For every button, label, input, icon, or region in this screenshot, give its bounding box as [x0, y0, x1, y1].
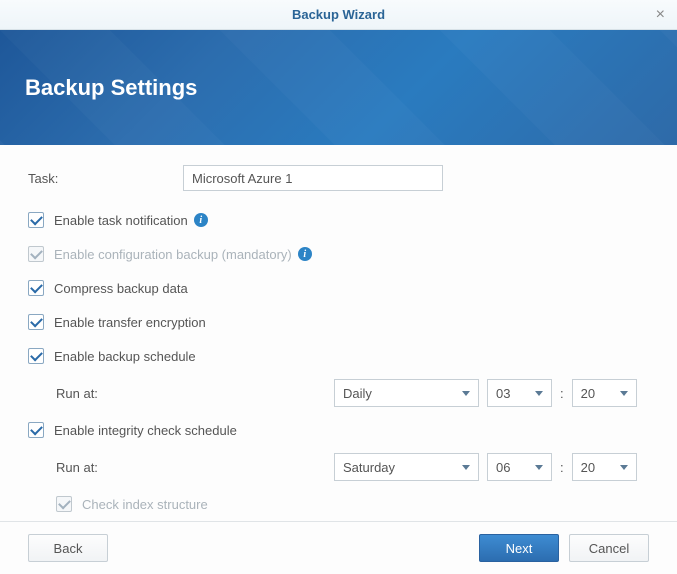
transfer-encryption-checkbox[interactable] [28, 314, 44, 330]
backup-hour-select[interactable]: 03 [487, 379, 552, 407]
runat-label: Run at: [56, 460, 334, 475]
integrity-frequency-value: Saturday [343, 460, 395, 475]
chevron-down-icon [535, 391, 543, 396]
integrity-check-row: Enable integrity check schedule [28, 419, 649, 441]
info-icon[interactable]: i [298, 247, 312, 261]
backup-schedule-row: Enable backup schedule [28, 345, 649, 367]
check-index-checkbox [56, 496, 72, 512]
backup-minute-select[interactable]: 20 [572, 379, 637, 407]
task-row: Task: [28, 165, 649, 191]
enable-config-backup-checkbox [28, 246, 44, 262]
compress-label: Compress backup data [54, 281, 188, 296]
backup-frequency-select[interactable]: Daily [334, 379, 479, 407]
header-banner: Backup Settings [0, 30, 677, 145]
backup-schedule-label: Enable backup schedule [54, 349, 196, 364]
next-button[interactable]: Next [479, 534, 559, 562]
integrity-check-checkbox[interactable] [28, 422, 44, 438]
task-input[interactable] [183, 165, 443, 191]
cancel-button[interactable]: Cancel [569, 534, 649, 562]
back-button[interactable]: Back [28, 534, 108, 562]
footer: Back Next Cancel [0, 521, 677, 574]
form-content: Task: Enable task notification i Enable … [0, 145, 677, 571]
chevron-down-icon [462, 391, 470, 396]
runat-label: Run at: [56, 386, 334, 401]
close-icon[interactable]: × [656, 6, 665, 24]
transfer-encryption-label: Enable transfer encryption [54, 315, 206, 330]
backup-schedule-runat-row: Run at: Daily 03 : 20 [28, 379, 649, 407]
titlebar: Backup Wizard × [0, 0, 677, 30]
time-separator: : [560, 460, 564, 475]
compress-checkbox[interactable] [28, 280, 44, 296]
compress-row: Compress backup data [28, 277, 649, 299]
window-title: Backup Wizard [292, 7, 385, 22]
task-label: Task: [28, 171, 183, 186]
footer-right: Next Cancel [479, 534, 649, 562]
enable-notification-row: Enable task notification i [28, 209, 649, 231]
enable-notification-label: Enable task notification [54, 213, 188, 228]
time-separator: : [560, 386, 564, 401]
info-icon[interactable]: i [194, 213, 208, 227]
integrity-minute-select[interactable]: 20 [572, 453, 637, 481]
integrity-hour-select[interactable]: 06 [487, 453, 552, 481]
enable-config-backup-label: Enable configuration backup (mandatory) [54, 247, 292, 262]
integrity-minute-value: 20 [581, 460, 595, 475]
integrity-runat-row: Run at: Saturday 06 : 20 [28, 453, 649, 481]
chevron-down-icon [535, 465, 543, 470]
integrity-hour-value: 06 [496, 460, 510, 475]
enable-notification-checkbox[interactable] [28, 212, 44, 228]
integrity-frequency-select[interactable]: Saturday [334, 453, 479, 481]
integrity-check-label: Enable integrity check schedule [54, 423, 237, 438]
check-index-label: Check index structure [82, 497, 208, 512]
chevron-down-icon [462, 465, 470, 470]
page-title: Backup Settings [25, 75, 197, 101]
backup-minute-value: 20 [581, 386, 595, 401]
chevron-down-icon [620, 391, 628, 396]
check-index-row: Check index structure [28, 493, 649, 515]
enable-config-backup-row: Enable configuration backup (mandatory) … [28, 243, 649, 265]
backup-hour-value: 03 [496, 386, 510, 401]
chevron-down-icon [620, 465, 628, 470]
backup-frequency-value: Daily [343, 386, 372, 401]
transfer-encryption-row: Enable transfer encryption [28, 311, 649, 333]
backup-schedule-checkbox[interactable] [28, 348, 44, 364]
